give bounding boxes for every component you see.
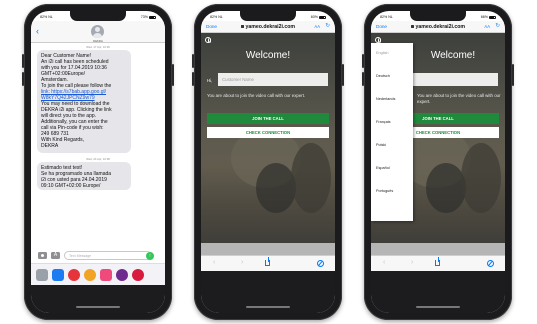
intro-text: You are about to join the video call wit… bbox=[417, 93, 501, 104]
forward-icon[interactable]: › bbox=[241, 259, 243, 266]
reader-settings-button[interactable]: AA bbox=[484, 24, 490, 29]
compose-bar: A Text Message ↑ bbox=[31, 249, 165, 263]
record-app-icon[interactable] bbox=[132, 269, 144, 281]
page-footer bbox=[371, 243, 505, 255]
messages-screen: 82% NL 11:44 73% ‹ DEKRA Wed, 17 Apr, 10… bbox=[31, 11, 165, 313]
customer-name-input[interactable]: Customer Name bbox=[218, 73, 328, 86]
check-connection-button[interactable]: CHECK CONNECTION bbox=[207, 127, 329, 138]
share-icon[interactable] bbox=[265, 257, 270, 266]
message-bubble[interactable]: Estimado test test! Se ha programado una… bbox=[37, 162, 131, 190]
arrow-up-icon[interactable]: ↑ bbox=[146, 251, 154, 260]
welcome-heading: Welcome! bbox=[245, 50, 291, 61]
language-option[interactable]: Polski bbox=[376, 143, 386, 147]
app-drawer bbox=[31, 263, 165, 285]
lock-icon bbox=[410, 25, 414, 29]
language-menu: English Deutsch Nederlands Français Pols… bbox=[371, 43, 413, 221]
url-text: yameo.dekrai2i.com bbox=[245, 24, 296, 30]
message-timestamp: Wed, 17 Apr, 10:36 bbox=[86, 45, 110, 49]
avatar[interactable] bbox=[91, 25, 104, 38]
battery-icon bbox=[489, 15, 496, 19]
message-timestamp: Wed, 24 Apr, 10:38 bbox=[86, 157, 110, 161]
browser-screen: 82% NL 11:28 60% Done yameo.dekrai2i.com… bbox=[201, 11, 335, 313]
background-photo bbox=[426, 163, 466, 213]
photos-app-icon[interactable] bbox=[36, 269, 48, 281]
lock-icon bbox=[240, 25, 244, 29]
animoji-app-icon[interactable] bbox=[84, 269, 96, 281]
heart-app-icon[interactable] bbox=[116, 269, 128, 281]
home-indicator[interactable] bbox=[416, 306, 460, 308]
search-app-icon[interactable] bbox=[68, 269, 80, 281]
volume-up-button bbox=[22, 54, 24, 68]
background-photo bbox=[256, 163, 296, 213]
battery-icon bbox=[319, 15, 326, 19]
volume-down-button bbox=[192, 72, 194, 86]
home-indicator[interactable] bbox=[246, 306, 290, 308]
reader-settings-button[interactable]: AA bbox=[314, 24, 320, 29]
music-app-icon[interactable] bbox=[100, 269, 112, 281]
power-button bbox=[512, 64, 514, 86]
notch bbox=[410, 11, 466, 21]
notch bbox=[70, 11, 126, 21]
page-footer bbox=[201, 243, 335, 255]
volume-down-button bbox=[22, 72, 24, 86]
background-photo bbox=[461, 143, 501, 213]
web-content: Welcome! Hi, Customer Name You are about… bbox=[201, 33, 335, 255]
language-option[interactable]: Nederlands bbox=[376, 97, 395, 101]
reload-icon[interactable]: ↻ bbox=[325, 23, 330, 29]
volume-up-button bbox=[192, 54, 194, 68]
background-photo bbox=[291, 143, 331, 213]
message-input[interactable]: Text Message bbox=[64, 251, 152, 260]
url-text: yameo.dekrai2i.com bbox=[415, 24, 466, 30]
contact-name[interactable]: DEKRA bbox=[31, 39, 165, 43]
app-store-icon[interactable]: A bbox=[51, 252, 60, 259]
message-line: DEKRA bbox=[41, 143, 59, 149]
home-indicator[interactable] bbox=[76, 306, 120, 308]
reload-icon[interactable]: ↻ bbox=[495, 23, 500, 29]
browser-toolbar: ‹ › bbox=[201, 255, 335, 271]
power-button bbox=[172, 64, 174, 86]
back-icon[interactable]: ‹ bbox=[213, 259, 215, 266]
back-icon[interactable]: ‹ bbox=[383, 259, 385, 266]
battery-indicator: 73% bbox=[141, 15, 156, 19]
phone-browser-welcome: 82% NL 11:28 60% Done yameo.dekrai2i.com… bbox=[192, 4, 344, 320]
chevron-left-icon[interactable]: ‹ bbox=[36, 26, 39, 36]
battery-indicator: 60% bbox=[311, 15, 326, 19]
intro-text: You are about to join the video call wit… bbox=[207, 93, 306, 98]
globe-icon[interactable] bbox=[205, 37, 212, 44]
hi-label: Hi, bbox=[207, 78, 213, 83]
browser-toolbar: ‹ › bbox=[371, 255, 505, 271]
compass-icon[interactable] bbox=[317, 259, 324, 267]
battery-icon bbox=[149, 15, 156, 19]
browser-screen: 82% NL 11:31 66% Done yameo.dekrai2i.com… bbox=[371, 11, 505, 313]
compass-icon[interactable] bbox=[487, 259, 494, 267]
language-option[interactable]: Deutsch bbox=[376, 74, 390, 78]
message-bubble[interactable]: Dear Customer Name! An i2i call has been… bbox=[37, 50, 131, 153]
volume-down-button bbox=[362, 72, 364, 86]
phone-browser-language: 82% NL 11:31 66% Done yameo.dekrai2i.com… bbox=[362, 4, 514, 320]
join-call-button[interactable]: JOIN THE CALL bbox=[207, 113, 329, 124]
camera-icon[interactable] bbox=[38, 252, 47, 259]
battery-percent: 60% bbox=[310, 15, 318, 19]
share-icon[interactable] bbox=[435, 257, 440, 266]
notch bbox=[240, 11, 296, 21]
language-option[interactable]: Português bbox=[376, 189, 393, 193]
battery-percent: 66% bbox=[480, 15, 488, 19]
language-option[interactable]: Français bbox=[376, 120, 391, 124]
phone-messages: 82% NL 11:44 73% ‹ DEKRA Wed, 17 Apr, 10… bbox=[22, 4, 174, 320]
conversation-header: ‹ DEKRA bbox=[31, 21, 165, 43]
app-store-app-icon[interactable] bbox=[52, 269, 64, 281]
keyboard-area bbox=[31, 285, 165, 313]
volume-up-button bbox=[362, 54, 364, 68]
language-option[interactable]: Español bbox=[376, 166, 390, 170]
battery-percent: 73% bbox=[140, 15, 148, 19]
power-button bbox=[342, 64, 344, 86]
forward-icon[interactable]: › bbox=[411, 259, 413, 266]
language-option[interactable]: English bbox=[376, 51, 388, 55]
message-line: 09:10 GMT+02:00 Europe/ bbox=[41, 183, 101, 189]
web-content: Welcome! You are about to join the video… bbox=[371, 33, 505, 255]
battery-indicator: 66% bbox=[481, 15, 496, 19]
